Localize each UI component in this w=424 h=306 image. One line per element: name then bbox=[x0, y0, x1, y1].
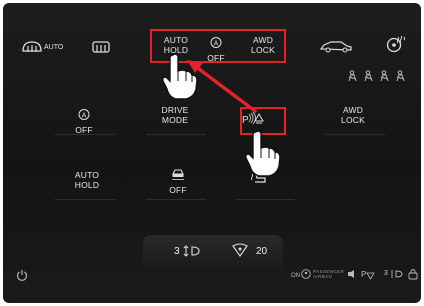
pointing-hand-icon bbox=[245, 130, 281, 177]
control-screen: AUTO AUTO HOLD A OFF AWD LOCK A OFF DRIV… bbox=[3, 3, 421, 303]
annotation-arrow bbox=[187, 60, 257, 113]
pointing-hand-icon bbox=[162, 53, 198, 100]
